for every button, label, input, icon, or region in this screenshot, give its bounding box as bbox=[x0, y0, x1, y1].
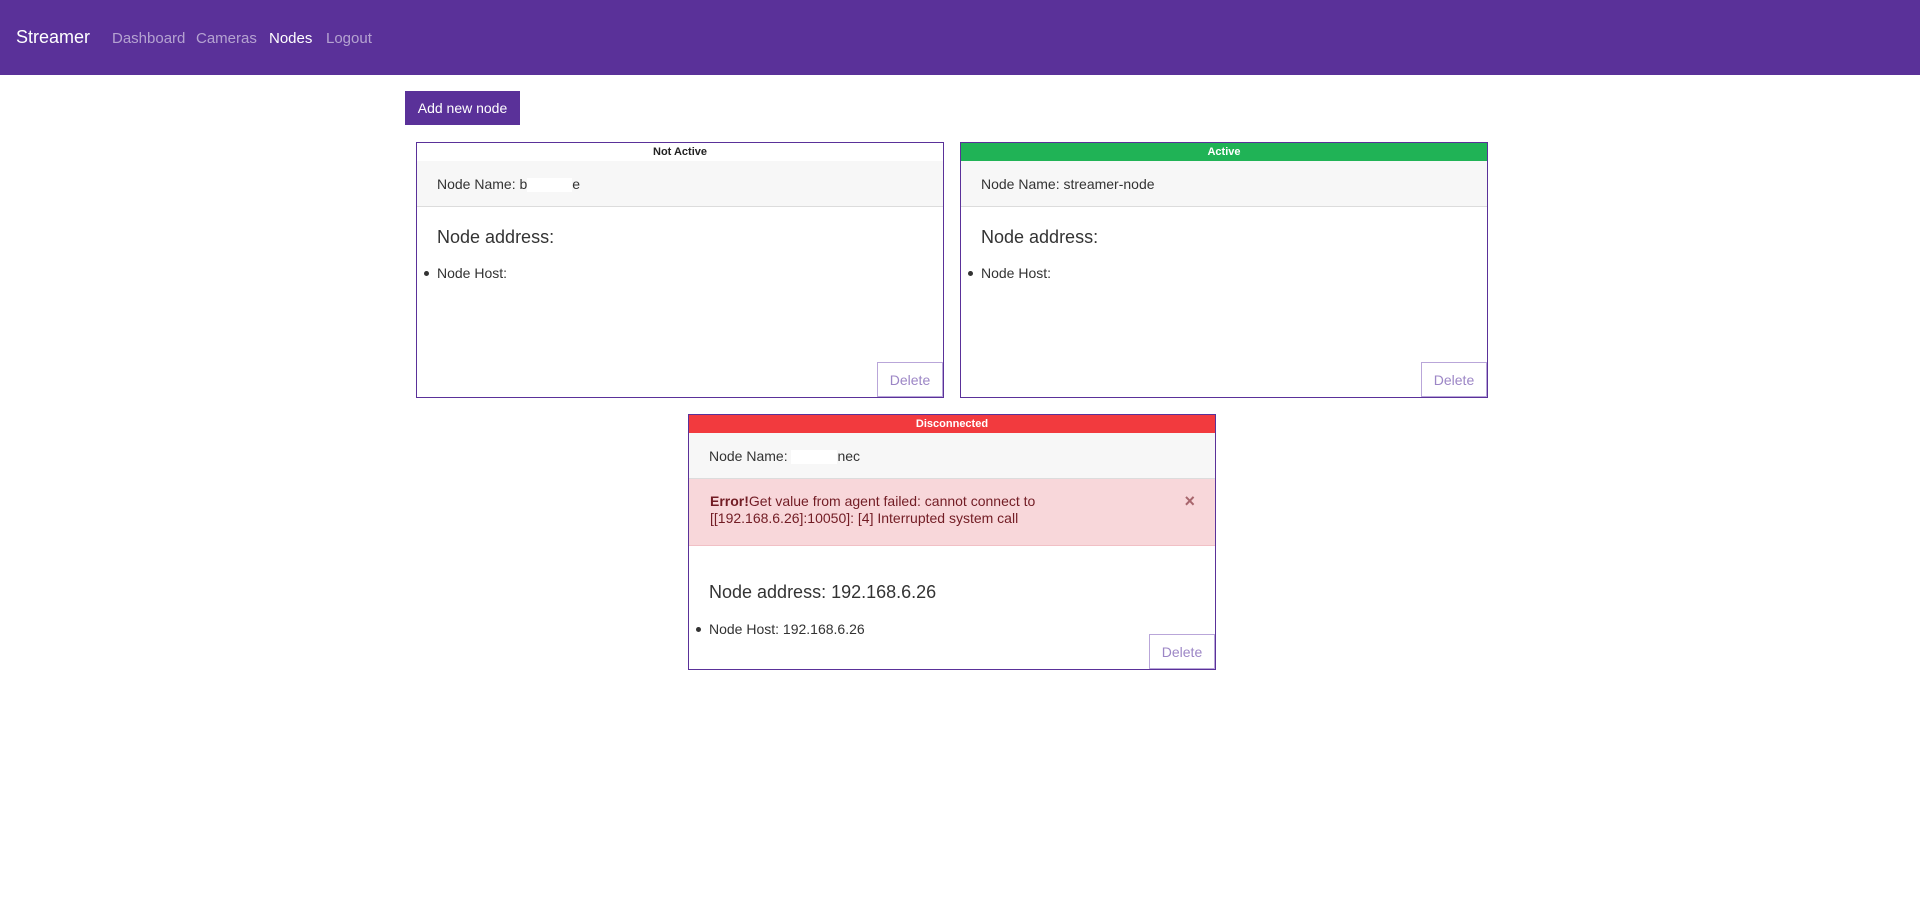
redaction bbox=[791, 450, 838, 465]
error-title: Error! bbox=[710, 493, 749, 509]
navbar: Streamer Dashboard Cameras Nodes Logout bbox=[0, 0, 1920, 75]
redaction bbox=[527, 178, 573, 193]
node-name-label: Node Name: bbox=[981, 176, 1060, 192]
error-alert: Error!Get value from agent failed: canno… bbox=[689, 479, 1215, 546]
node-name-suffix: e bbox=[572, 176, 581, 192]
delete-button[interactable]: Delete bbox=[1149, 634, 1215, 669]
status-badge: Active bbox=[961, 143, 1487, 161]
nav-cameras[interactable]: Cameras bbox=[196, 30, 257, 47]
delete-button[interactable]: Delete bbox=[1421, 362, 1487, 397]
node-card: Disconnected Node Name: nec Error!Get va… bbox=[688, 414, 1216, 670]
node-address: Node address: bbox=[981, 227, 1099, 247]
close-icon[interactable]: × bbox=[1184, 492, 1195, 510]
node-host-label: Node Host: bbox=[437, 265, 508, 281]
bullet-icon bbox=[696, 627, 701, 632]
card-body: Node address: Node Host: Delete bbox=[961, 207, 1487, 397]
status-badge: Not Active bbox=[417, 143, 943, 161]
node-host: Node Host: bbox=[968, 265, 1052, 281]
card-body: Node address: 192.168.6.26 Node Host: 19… bbox=[689, 546, 1215, 669]
error-message: Get value from agent failed: cannot conn… bbox=[710, 493, 1036, 526]
nav-nodes[interactable]: Nodes bbox=[269, 30, 312, 47]
nav-logout[interactable]: Logout bbox=[326, 30, 372, 47]
node-address: Node address: 192.168.6.26 bbox=[709, 582, 937, 602]
card-body: Node address: Node Host: Delete bbox=[417, 207, 943, 397]
bullet-icon bbox=[424, 271, 429, 276]
node-name: Node Name: b e bbox=[417, 161, 943, 207]
node-name-label: Node Name: bbox=[709, 448, 788, 464]
node-host: Node Host: bbox=[424, 265, 508, 281]
add-new-node-button[interactable]: Add new node bbox=[405, 91, 520, 125]
node-name: Node Name: streamer-node bbox=[961, 161, 1487, 207]
node-host-label: Node Host: bbox=[981, 265, 1052, 281]
bullet-icon bbox=[968, 271, 973, 276]
node-name-value: streamer-node bbox=[1063, 176, 1155, 192]
node-card: Active Node Name: streamer-node Node add… bbox=[960, 142, 1488, 398]
brand-logo[interactable]: Streamer bbox=[16, 27, 90, 48]
delete-button[interactable]: Delete bbox=[877, 362, 943, 397]
node-host: Node Host: 192.168.6.26 bbox=[696, 621, 865, 637]
status-badge: Disconnected bbox=[689, 415, 1215, 433]
nav-dashboard[interactable]: Dashboard bbox=[112, 30, 185, 47]
node-card: Not Active Node Name: b e Node address: N… bbox=[416, 142, 944, 398]
node-address: Node address: bbox=[437, 227, 555, 247]
node-name-label: Node Name: bbox=[437, 176, 516, 192]
node-name-suffix: nec bbox=[837, 448, 861, 464]
node-name-prefix: b bbox=[519, 176, 528, 192]
node-host-label: Node Host: 192.168.6.26 bbox=[709, 621, 865, 637]
node-name: Node Name: nec bbox=[689, 433, 1215, 479]
